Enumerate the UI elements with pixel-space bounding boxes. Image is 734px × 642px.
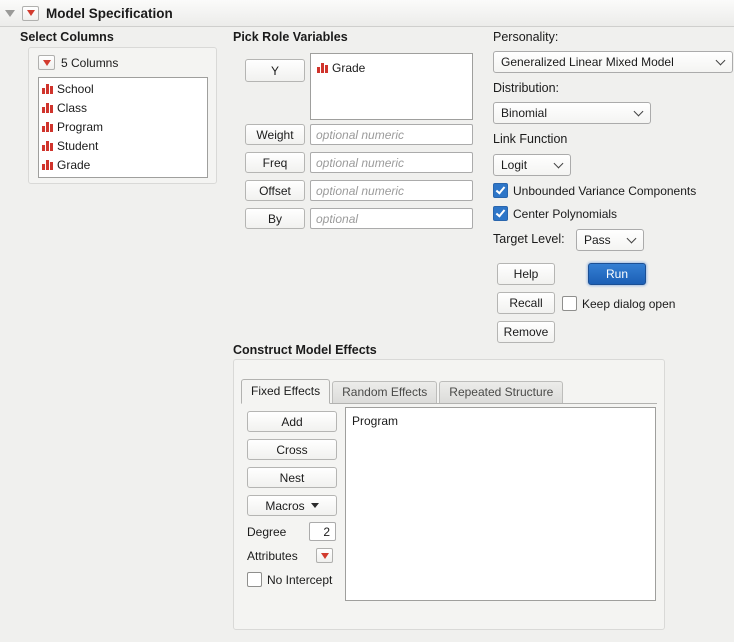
column-label: Student [57, 139, 98, 153]
bar-chart-icon [42, 121, 53, 132]
y-role-item[interactable]: Grade [311, 54, 472, 77]
column-label: School [57, 82, 94, 96]
personality-label: Personality: [493, 30, 558, 44]
pick-roles-title: Pick Role Variables [233, 30, 348, 44]
red-triangle-menu-icon[interactable] [22, 6, 39, 21]
chevron-down-icon [634, 107, 644, 117]
link-function-select[interactable]: Logit [493, 154, 571, 176]
bar-chart-icon [42, 102, 53, 113]
red-triangle-glyph [43, 60, 51, 66]
columns-listbox[interactable]: School Class Program Student Grade [38, 77, 208, 178]
bar-chart-icon [42, 140, 53, 151]
checkbox-checked-icon[interactable] [493, 183, 508, 198]
degree-input[interactable] [309, 522, 336, 541]
dropdown-caret-icon [311, 503, 319, 508]
target-level-select[interactable]: Pass [576, 229, 644, 251]
help-button[interactable]: Help [497, 263, 555, 285]
no-intercept-label: No Intercept [267, 573, 332, 587]
link-function-label: Link Function [493, 132, 567, 146]
bar-chart-icon [317, 62, 328, 73]
freq-input[interactable] [310, 152, 473, 173]
unbounded-variance-label: Unbounded Variance Components [513, 184, 696, 198]
degree-label: Degree [247, 525, 286, 539]
column-item[interactable]: Class [39, 98, 207, 117]
unbounded-variance-checkbox-row[interactable]: Unbounded Variance Components [493, 183, 696, 198]
personality-select[interactable]: Generalized Linear Mixed Model [493, 51, 733, 73]
construct-model-effects-title: Construct Model Effects [233, 343, 377, 357]
effect-item[interactable]: Program [346, 408, 655, 430]
y-drop-zone[interactable]: Grade [310, 53, 473, 120]
page-title: Model Specification [46, 6, 173, 21]
tab-random-effects[interactable]: Random Effects [332, 381, 437, 403]
macros-button-label: Macros [265, 499, 304, 513]
effects-tabbar: Fixed Effects Random Effects Repeated St… [241, 380, 657, 404]
remove-button[interactable]: Remove [497, 321, 555, 343]
chevron-down-icon [554, 159, 564, 169]
tab-repeated-structure[interactable]: Repeated Structure [439, 381, 563, 403]
checkbox-unchecked-icon[interactable] [247, 572, 262, 587]
tab-fixed-effects[interactable]: Fixed Effects [241, 379, 330, 404]
chevron-down-icon [716, 56, 726, 66]
weight-role-button[interactable]: Weight [245, 124, 305, 145]
link-function-value: Logit [501, 158, 527, 172]
run-button[interactable]: Run [588, 263, 646, 285]
y-role-value: Grade [332, 61, 365, 75]
effect-label: Program [352, 414, 398, 428]
y-role-button[interactable]: Y [245, 59, 305, 82]
weight-input[interactable] [310, 124, 473, 145]
checkbox-checked-icon[interactable] [493, 206, 508, 221]
center-polynomials-checkbox-row[interactable]: Center Polynomials [493, 206, 617, 221]
column-label: Program [57, 120, 103, 134]
personality-value: Generalized Linear Mixed Model [501, 55, 674, 69]
chevron-down-icon [627, 234, 637, 244]
freq-role-button[interactable]: Freq [245, 152, 305, 173]
offset-role-button[interactable]: Offset [245, 180, 305, 201]
offset-input[interactable] [310, 180, 473, 201]
select-columns-panel: 5 Columns School Class Program Student G… [28, 47, 217, 184]
target-level-label: Target Level: [493, 232, 565, 246]
add-button[interactable]: Add [247, 411, 337, 432]
column-item[interactable]: Grade [39, 155, 207, 174]
cross-button[interactable]: Cross [247, 439, 337, 460]
columns-count-label: 5 Columns [61, 56, 118, 70]
keep-dialog-open-label: Keep dialog open [582, 297, 675, 311]
bar-chart-icon [42, 83, 53, 94]
red-triangle-glyph [27, 10, 35, 16]
column-label: Grade [57, 158, 90, 172]
attributes-label: Attributes [247, 549, 298, 563]
column-item[interactable]: Student [39, 136, 207, 155]
attributes-red-triangle-menu-icon[interactable] [316, 548, 333, 563]
by-input[interactable] [310, 208, 473, 229]
red-triangle-glyph [321, 553, 329, 559]
macros-button[interactable]: Macros [247, 495, 337, 516]
nest-button[interactable]: Nest [247, 467, 337, 488]
column-label: Class [57, 101, 87, 115]
column-item[interactable]: School [39, 79, 207, 98]
outline-header: Model Specification [0, 0, 734, 27]
effects-listbox[interactable]: Program [345, 407, 656, 601]
target-level-value: Pass [584, 233, 611, 247]
no-intercept-checkbox-row[interactable]: No Intercept [247, 572, 332, 587]
columns-red-triangle-menu-icon[interactable] [38, 55, 55, 70]
by-role-button[interactable]: By [245, 208, 305, 229]
center-polynomials-label: Center Polynomials [513, 207, 617, 221]
distribution-label: Distribution: [493, 81, 559, 95]
disclosure-triangle-icon[interactable] [5, 10, 15, 17]
bar-chart-icon [42, 159, 53, 170]
distribution-select[interactable]: Binomial [493, 102, 651, 124]
keep-dialog-open-checkbox-row[interactable]: Keep dialog open [562, 296, 675, 311]
distribution-value: Binomial [501, 106, 547, 120]
column-item[interactable]: Program [39, 117, 207, 136]
recall-button[interactable]: Recall [497, 292, 555, 314]
select-columns-title: Select Columns [20, 30, 114, 44]
checkbox-unchecked-icon[interactable] [562, 296, 577, 311]
